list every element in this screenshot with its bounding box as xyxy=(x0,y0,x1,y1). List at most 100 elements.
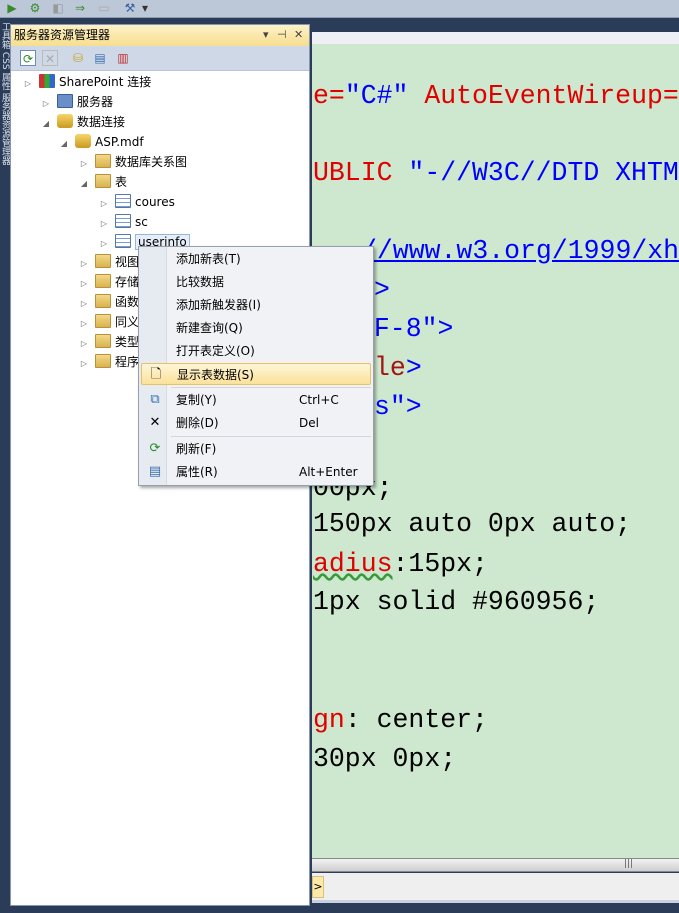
tag-selector[interactable]: > xyxy=(312,876,324,898)
code-line: 1px solid #960956; xyxy=(313,587,600,617)
window-icon[interactable]: ▭ xyxy=(96,1,112,15)
menu-item[interactable]: 比较数据 xyxy=(141,271,371,293)
tree-item-label: 数据库关系图 xyxy=(115,155,188,169)
folder-icon xyxy=(95,154,111,168)
expand-icon[interactable]: ▷ xyxy=(77,274,91,294)
tree-item-label: 数据连接 xyxy=(77,115,126,129)
close-icon[interactable]: ✕ xyxy=(294,25,303,45)
folder-icon xyxy=(95,354,111,368)
sharepoint-icon[interactable]: ▥ xyxy=(115,50,131,66)
tree-item-label: 视图 xyxy=(115,255,140,269)
step-icon[interactable]: ◧ xyxy=(50,1,66,15)
properties-icon: ▤ xyxy=(148,464,162,479)
connect-server-icon[interactable]: ▤ xyxy=(92,50,108,66)
show-data-icon: 🗋 xyxy=(150,367,162,382)
menu-item[interactable]: ⟳ 刷新(F) xyxy=(141,438,371,460)
tree-item-label: sc xyxy=(135,215,148,229)
menu-item[interactable]: ✕ 删除(D) Del xyxy=(141,412,371,434)
tree-item-label: ASP.mdf xyxy=(95,135,144,149)
menu-item-shortcut: Ctrl+C xyxy=(299,393,339,407)
expand-icon[interactable]: ▷ xyxy=(77,294,91,314)
tree-item[interactable]: ◢ 表 xyxy=(77,172,127,192)
code-line: gn: center; xyxy=(313,705,488,735)
menu-item[interactable]: ▤ 属性(R) Alt+Enter xyxy=(141,461,371,483)
tools-icon[interactable]: ⚒ xyxy=(122,1,138,15)
menu-item[interactable]: 🗋 显示表数据(S) xyxy=(141,363,371,385)
refresh-icon[interactable]: ⟳ xyxy=(20,50,36,66)
pin-icon[interactable]: ⊣ xyxy=(277,25,287,45)
code-line: adius:15px; xyxy=(313,549,488,579)
code-line: e="C#" AutoEventWireup= xyxy=(313,81,679,111)
server-icon xyxy=(57,94,73,108)
menu-item-label: 添加新表(T) xyxy=(176,252,241,266)
collapse-icon[interactable]: ◢ xyxy=(77,174,91,194)
connect-database-icon[interactable]: ⛁ xyxy=(70,50,86,66)
tree-item[interactable]: ▷ 服务器 xyxy=(39,92,113,112)
tree-item[interactable]: ▷ 视图 xyxy=(77,252,139,272)
menu-item-label: 添加新触发器(I) xyxy=(176,298,261,312)
tree-item[interactable]: ◢ 数据连接 xyxy=(39,112,125,132)
code-line: UBLIC "-//W3C//DTD XHTM xyxy=(313,158,679,188)
tree-item[interactable]: ▷ 类型 xyxy=(77,332,139,352)
side-tab-strip[interactable]: 工具箱 CSS 属性 服务器资源管理器 xyxy=(0,22,10,212)
expand-icon[interactable]: ▷ xyxy=(77,254,91,274)
horizontal-scrollbar[interactable]: ||| xyxy=(312,858,679,872)
dropdown-icon[interactable]: ▾ xyxy=(263,25,269,45)
expand-icon[interactable]: ▷ xyxy=(97,234,111,254)
menu-item[interactable]: ⧉ 复制(Y) Ctrl+C xyxy=(141,389,371,411)
expand-icon[interactable]: ▷ xyxy=(77,314,91,334)
tree-item[interactable]: ▷ SharePoint 连接 xyxy=(21,72,151,92)
menu-separator xyxy=(171,436,371,437)
expand-icon[interactable]: ▷ xyxy=(39,94,53,114)
tree-item-label: 表 xyxy=(115,175,128,189)
folder-icon xyxy=(95,174,111,188)
gear-icon[interactable]: ⚙ xyxy=(27,1,43,15)
collapse-icon[interactable]: ◢ xyxy=(39,114,53,134)
overflow-icon[interactable]: ▾ xyxy=(140,1,150,15)
tree-item[interactable]: ▷ 数据库关系图 xyxy=(77,152,187,172)
scroll-grip[interactable]: ||| xyxy=(624,859,633,869)
refresh-icon: ⟳ xyxy=(149,441,161,456)
tag-navigator-bar: > xyxy=(312,873,679,903)
menu-item-label: 新建查询(Q) xyxy=(176,321,243,335)
menu-item[interactable]: 添加新表(T) xyxy=(141,248,371,270)
database-icon xyxy=(75,134,91,148)
folder-icon xyxy=(95,254,111,268)
sharepoint-icon xyxy=(39,74,55,88)
menu-item[interactable]: 添加新触发器(I) xyxy=(141,294,371,316)
expand-icon[interactable]: ▷ xyxy=(77,354,91,374)
menu-item[interactable]: 打开表定义(O) xyxy=(141,340,371,362)
expand-icon[interactable]: ▷ xyxy=(77,154,91,174)
tree-item-label: 函数 xyxy=(115,295,140,309)
tree-item[interactable]: ▷ coures xyxy=(97,192,175,212)
delete-icon: ✕ xyxy=(149,415,161,430)
data-connection-icon xyxy=(57,114,73,128)
code-line: s"> xyxy=(374,392,422,422)
expand-icon[interactable]: ▷ xyxy=(21,74,35,94)
tree-item[interactable]: ▷ sc xyxy=(97,212,148,232)
tree-item-label: coures xyxy=(135,195,175,209)
expand-icon[interactable]: ▷ xyxy=(97,194,111,214)
panel-header: 服务器资源管理器 ▾ ⊣ ✕ xyxy=(11,25,309,46)
expand-icon[interactable]: ▷ xyxy=(97,214,111,234)
code-line: 30px 0px; xyxy=(313,744,457,774)
main-toolbar: ▶ ⚙ ◧ ⇒ ▭ ⚒ ▾ xyxy=(0,0,679,18)
stop-icon[interactable]: ✕ xyxy=(42,50,58,66)
table-icon xyxy=(115,234,131,248)
folder-icon xyxy=(95,274,111,288)
table-icon xyxy=(115,214,131,228)
run-icon[interactable]: ⇒ xyxy=(72,1,88,15)
expand-icon[interactable]: ▷ xyxy=(77,334,91,354)
menu-item[interactable]: 新建查询(Q) xyxy=(141,317,371,339)
tree-item-label: 服务器 xyxy=(77,95,114,109)
code-line: > xyxy=(374,275,390,305)
tree-item[interactable]: ▷ 函数 xyxy=(77,292,139,312)
tree-item-label: SharePoint 连接 xyxy=(59,75,152,89)
tree-item[interactable]: ◢ ASP.mdf xyxy=(57,132,144,152)
tree-item-label: 类型 xyxy=(115,335,140,349)
collapse-icon[interactable]: ◢ xyxy=(57,134,71,154)
code-line: le> xyxy=(374,353,422,383)
menu-item-label: 刷新(F) xyxy=(176,442,217,456)
start-icon[interactable]: ▶ xyxy=(4,1,20,15)
menu-item-shortcut: Del xyxy=(299,416,319,430)
